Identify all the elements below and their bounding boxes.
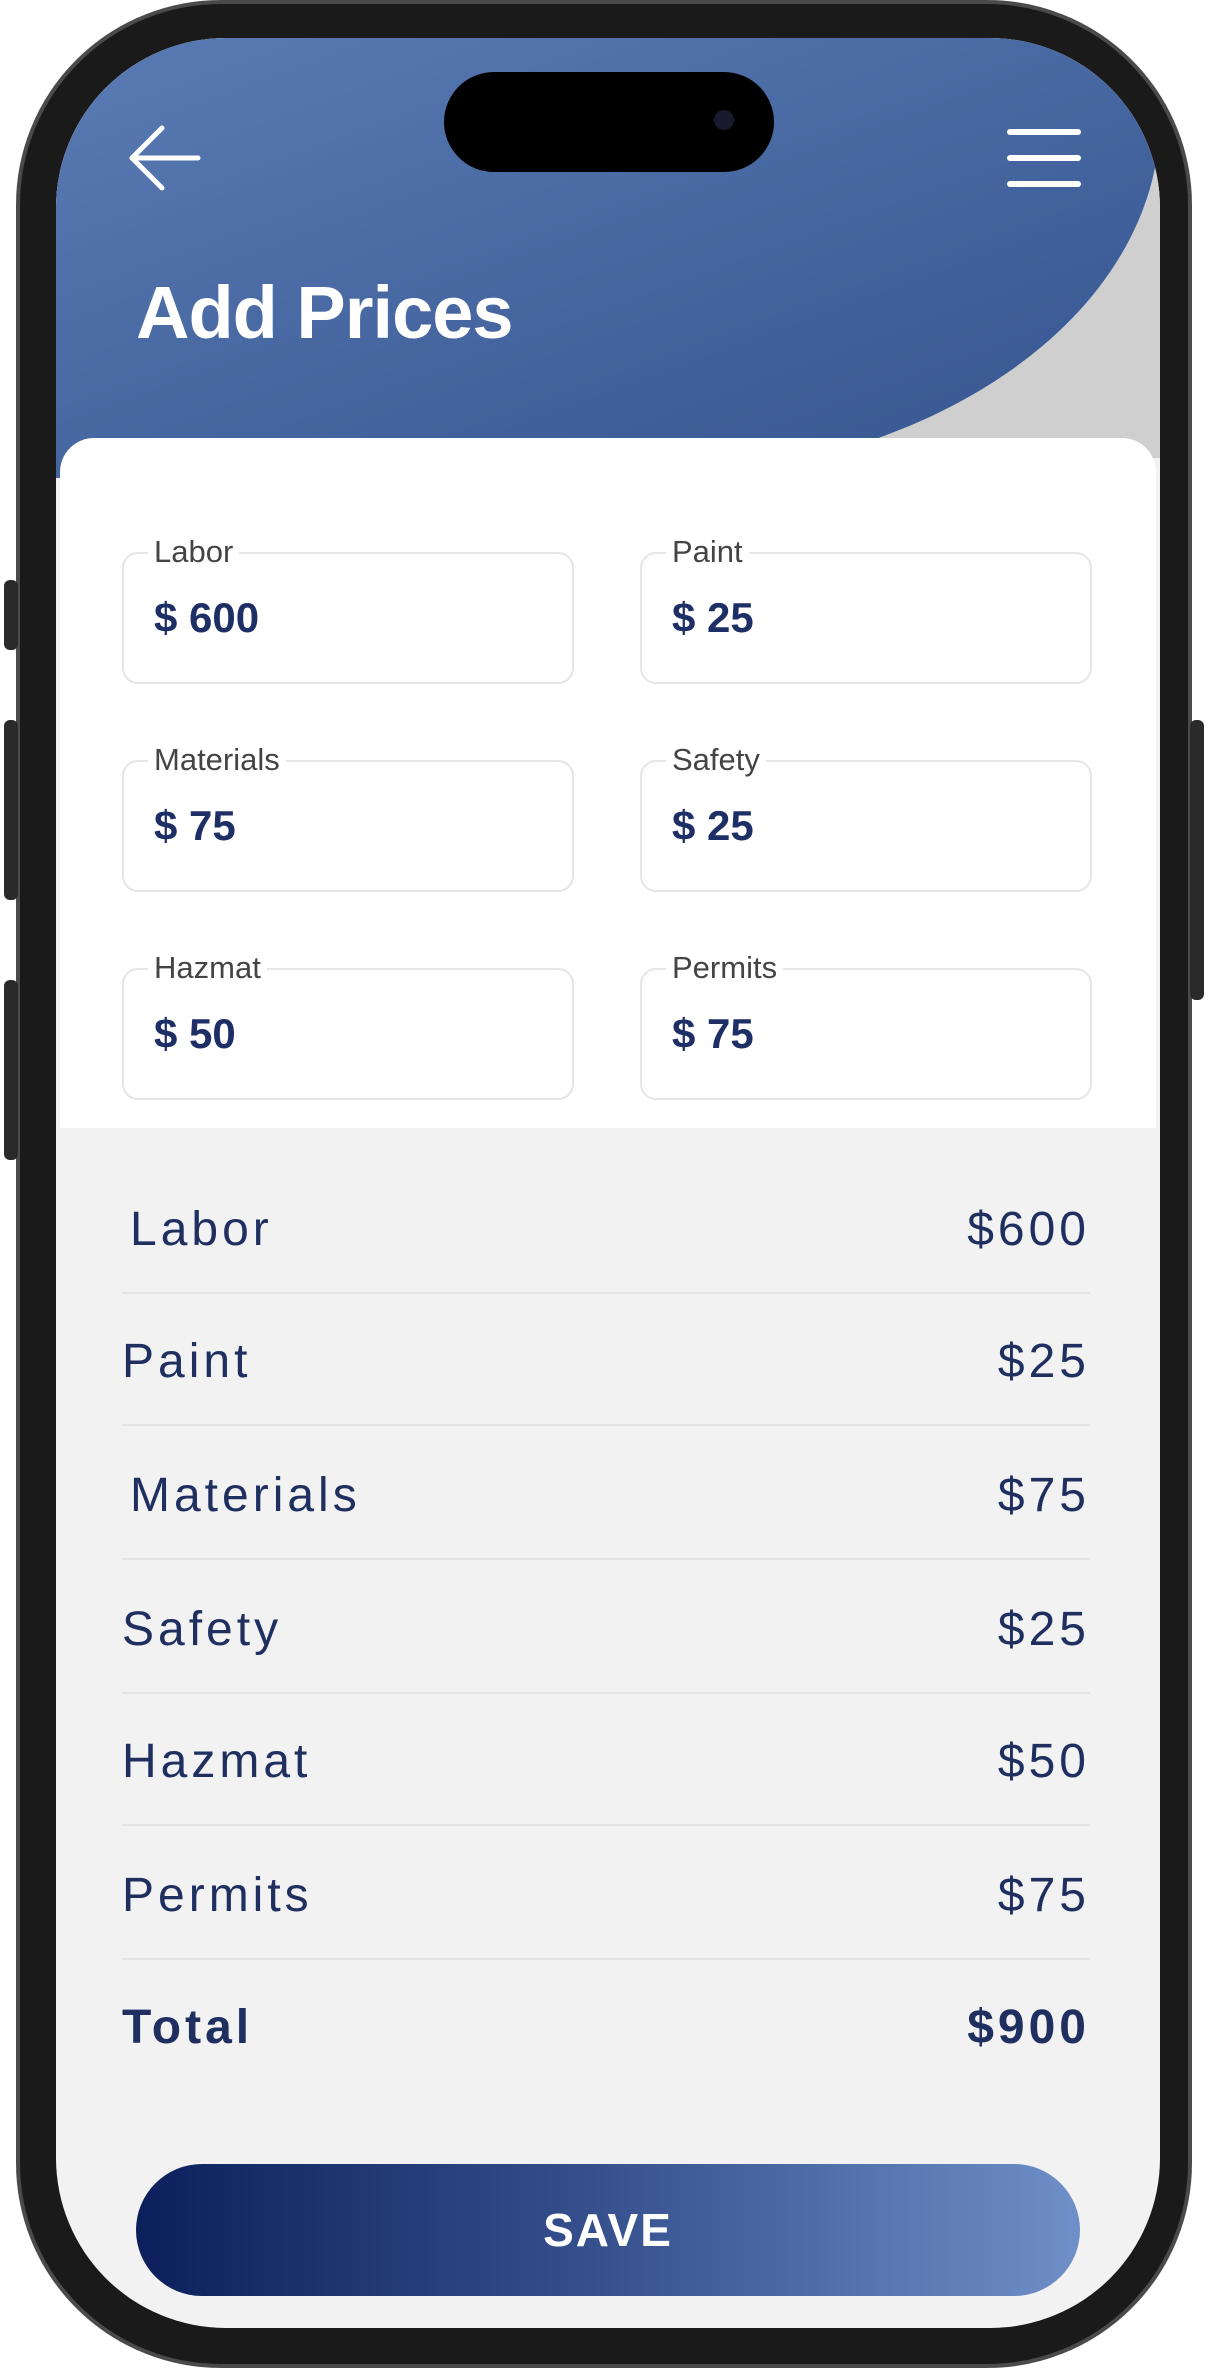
hamburger-menu-icon xyxy=(1007,129,1081,187)
summary-label: Hazmat xyxy=(122,1735,312,1788)
phone-side-button xyxy=(4,720,18,900)
menu-button[interactable] xyxy=(1006,126,1082,190)
summary-label: Materials xyxy=(130,1469,361,1522)
summary-row-hazmat: Hazmat $50 xyxy=(122,1694,1090,1826)
field-label: Permits xyxy=(666,950,784,986)
summary-value: $50 xyxy=(997,1735,1090,1788)
field-value: $ 75 xyxy=(672,1010,754,1057)
app-screen: Add Prices Labor $ 600 Paint $ 25 Materi… xyxy=(56,38,1160,2328)
field-value: $ 25 xyxy=(672,802,754,849)
field-label: Materials xyxy=(148,742,286,778)
phone-side-button xyxy=(4,580,18,650)
field-value: $ 25 xyxy=(672,594,754,641)
phone-side-button xyxy=(4,980,18,1160)
permits-price-field[interactable]: Permits $ 75 xyxy=(640,950,1092,1100)
safety-price-field[interactable]: Safety $ 25 xyxy=(640,742,1092,892)
summary-label: Safety xyxy=(122,1603,283,1656)
phone-side-button xyxy=(1190,720,1204,1000)
summary-value: $75 xyxy=(997,1869,1090,1922)
field-label: Labor xyxy=(148,534,240,570)
summary-value: $25 xyxy=(997,1335,1090,1388)
camera-dot xyxy=(714,110,734,130)
field-label: Safety xyxy=(666,742,766,778)
price-input-card: Labor $ 600 Paint $ 25 Materials $ 75 Sa… xyxy=(60,438,1156,1128)
total-label: Total xyxy=(122,2001,254,2054)
summary-row-safety: Safety $25 xyxy=(122,1562,1090,1694)
summary-row-materials: Materials $75 xyxy=(122,1428,1090,1560)
summary-value: $600 xyxy=(967,1203,1090,1256)
save-button[interactable]: SAVE xyxy=(136,2164,1080,2296)
summary-row-total: Total $900 xyxy=(122,1960,1090,2092)
paint-price-field[interactable]: Paint $ 25 xyxy=(640,534,1092,684)
back-button[interactable] xyxy=(126,120,202,196)
dynamic-island xyxy=(444,72,774,172)
field-label: Hazmat xyxy=(148,950,267,986)
summary-label: Permits xyxy=(122,1869,313,1922)
page-title: Add Prices xyxy=(136,271,514,354)
field-value: $ 600 xyxy=(154,594,260,641)
summary-label: Paint xyxy=(122,1335,252,1388)
materials-price-field[interactable]: Materials $ 75 xyxy=(122,742,574,892)
summary-row-labor: Labor $600 xyxy=(122,1162,1090,1294)
field-label: Paint xyxy=(666,534,749,570)
arrow-left-icon xyxy=(129,125,201,191)
summary-label: Labor xyxy=(130,1203,273,1256)
hazmat-price-field[interactable]: Hazmat $ 50 xyxy=(122,950,574,1100)
field-value: $ 50 xyxy=(154,1010,236,1057)
labor-price-field[interactable]: Labor $ 600 xyxy=(122,534,574,684)
summary-value: $25 xyxy=(997,1603,1090,1656)
summary-value: $75 xyxy=(997,1469,1090,1522)
summary-row-permits: Permits $75 xyxy=(122,1828,1090,1960)
total-value: $900 xyxy=(967,2001,1090,2054)
field-value: $ 75 xyxy=(154,802,236,849)
summary-row-paint: Paint $25 xyxy=(122,1294,1090,1426)
